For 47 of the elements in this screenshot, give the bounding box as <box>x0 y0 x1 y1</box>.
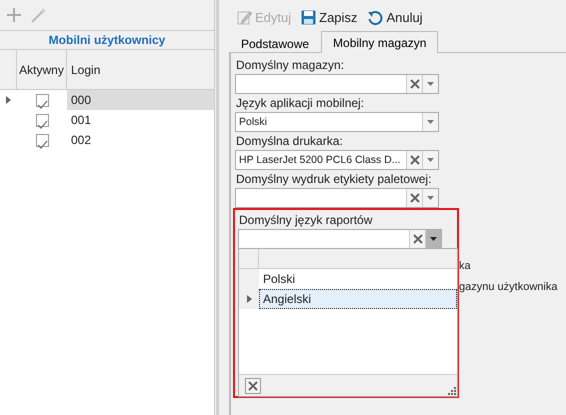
row-indicator-icon <box>246 295 252 303</box>
row-indicator-icon <box>6 96 11 104</box>
table-cell[interactable]: 001 <box>67 110 214 130</box>
dropdown-option[interactable]: Polski <box>259 269 457 289</box>
field-label: Domyślna drukarka: <box>235 133 344 150</box>
resize-grip-icon[interactable] <box>448 387 456 395</box>
field-label: Domyślny język raportów <box>238 212 374 229</box>
close-icon <box>248 380 258 390</box>
field-label: Język aplikacji mobilnej: <box>235 95 366 112</box>
close-icon <box>410 155 420 165</box>
checkbox[interactable] <box>36 114 48 126</box>
close-icon <box>410 79 420 89</box>
combo-box[interactable]: Polski <box>235 112 439 132</box>
close-icon <box>410 193 420 203</box>
checkbox-label: ka <box>459 259 471 274</box>
clear-button[interactable] <box>409 230 425 248</box>
grid-title: Mobilni użytkownicy <box>0 30 214 50</box>
checkbox[interactable] <box>36 134 48 146</box>
close-icon <box>412 234 422 244</box>
checkbox-label: gazynu użytkownika <box>459 280 558 295</box>
field-label: Domyślny wydruk etykiety paletowej: <box>235 171 432 188</box>
clear-button[interactable] <box>406 151 422 169</box>
dropdown-option[interactable]: Angielski <box>259 289 457 309</box>
edit-icon <box>237 10 252 25</box>
column-header: Aktywny <box>17 50 67 89</box>
save-button[interactable]: Zapisz <box>299 5 360 30</box>
combo-box[interactable] <box>235 74 439 94</box>
clear-button[interactable] <box>406 189 422 207</box>
caret-icon <box>427 82 434 86</box>
table-cell[interactable]: 000 <box>67 90 214 110</box>
field-label: Domyślny magazyn: <box>235 57 346 74</box>
undo-icon <box>367 10 384 26</box>
tab[interactable]: Podstawowe <box>229 32 322 52</box>
caret-icon <box>427 120 434 124</box>
caret-icon <box>427 158 434 162</box>
table-cell[interactable]: 002 <box>67 130 214 150</box>
combo-box[interactable]: HP LaserJet 5200 PCL6 Class D... <box>235 150 439 170</box>
clear-button[interactable] <box>245 378 261 394</box>
checkbox[interactable] <box>36 94 48 106</box>
caret-icon <box>430 237 437 241</box>
caret-icon <box>427 196 434 200</box>
clear-button[interactable] <box>406 75 422 93</box>
tab[interactable]: Mobilny magazyn <box>321 31 438 53</box>
dropdown-button[interactable] <box>425 230 441 248</box>
combo-box[interactable] <box>235 188 439 208</box>
column-header: Login <box>70 62 102 79</box>
cancel-button[interactable]: Anuluj <box>365 5 425 30</box>
